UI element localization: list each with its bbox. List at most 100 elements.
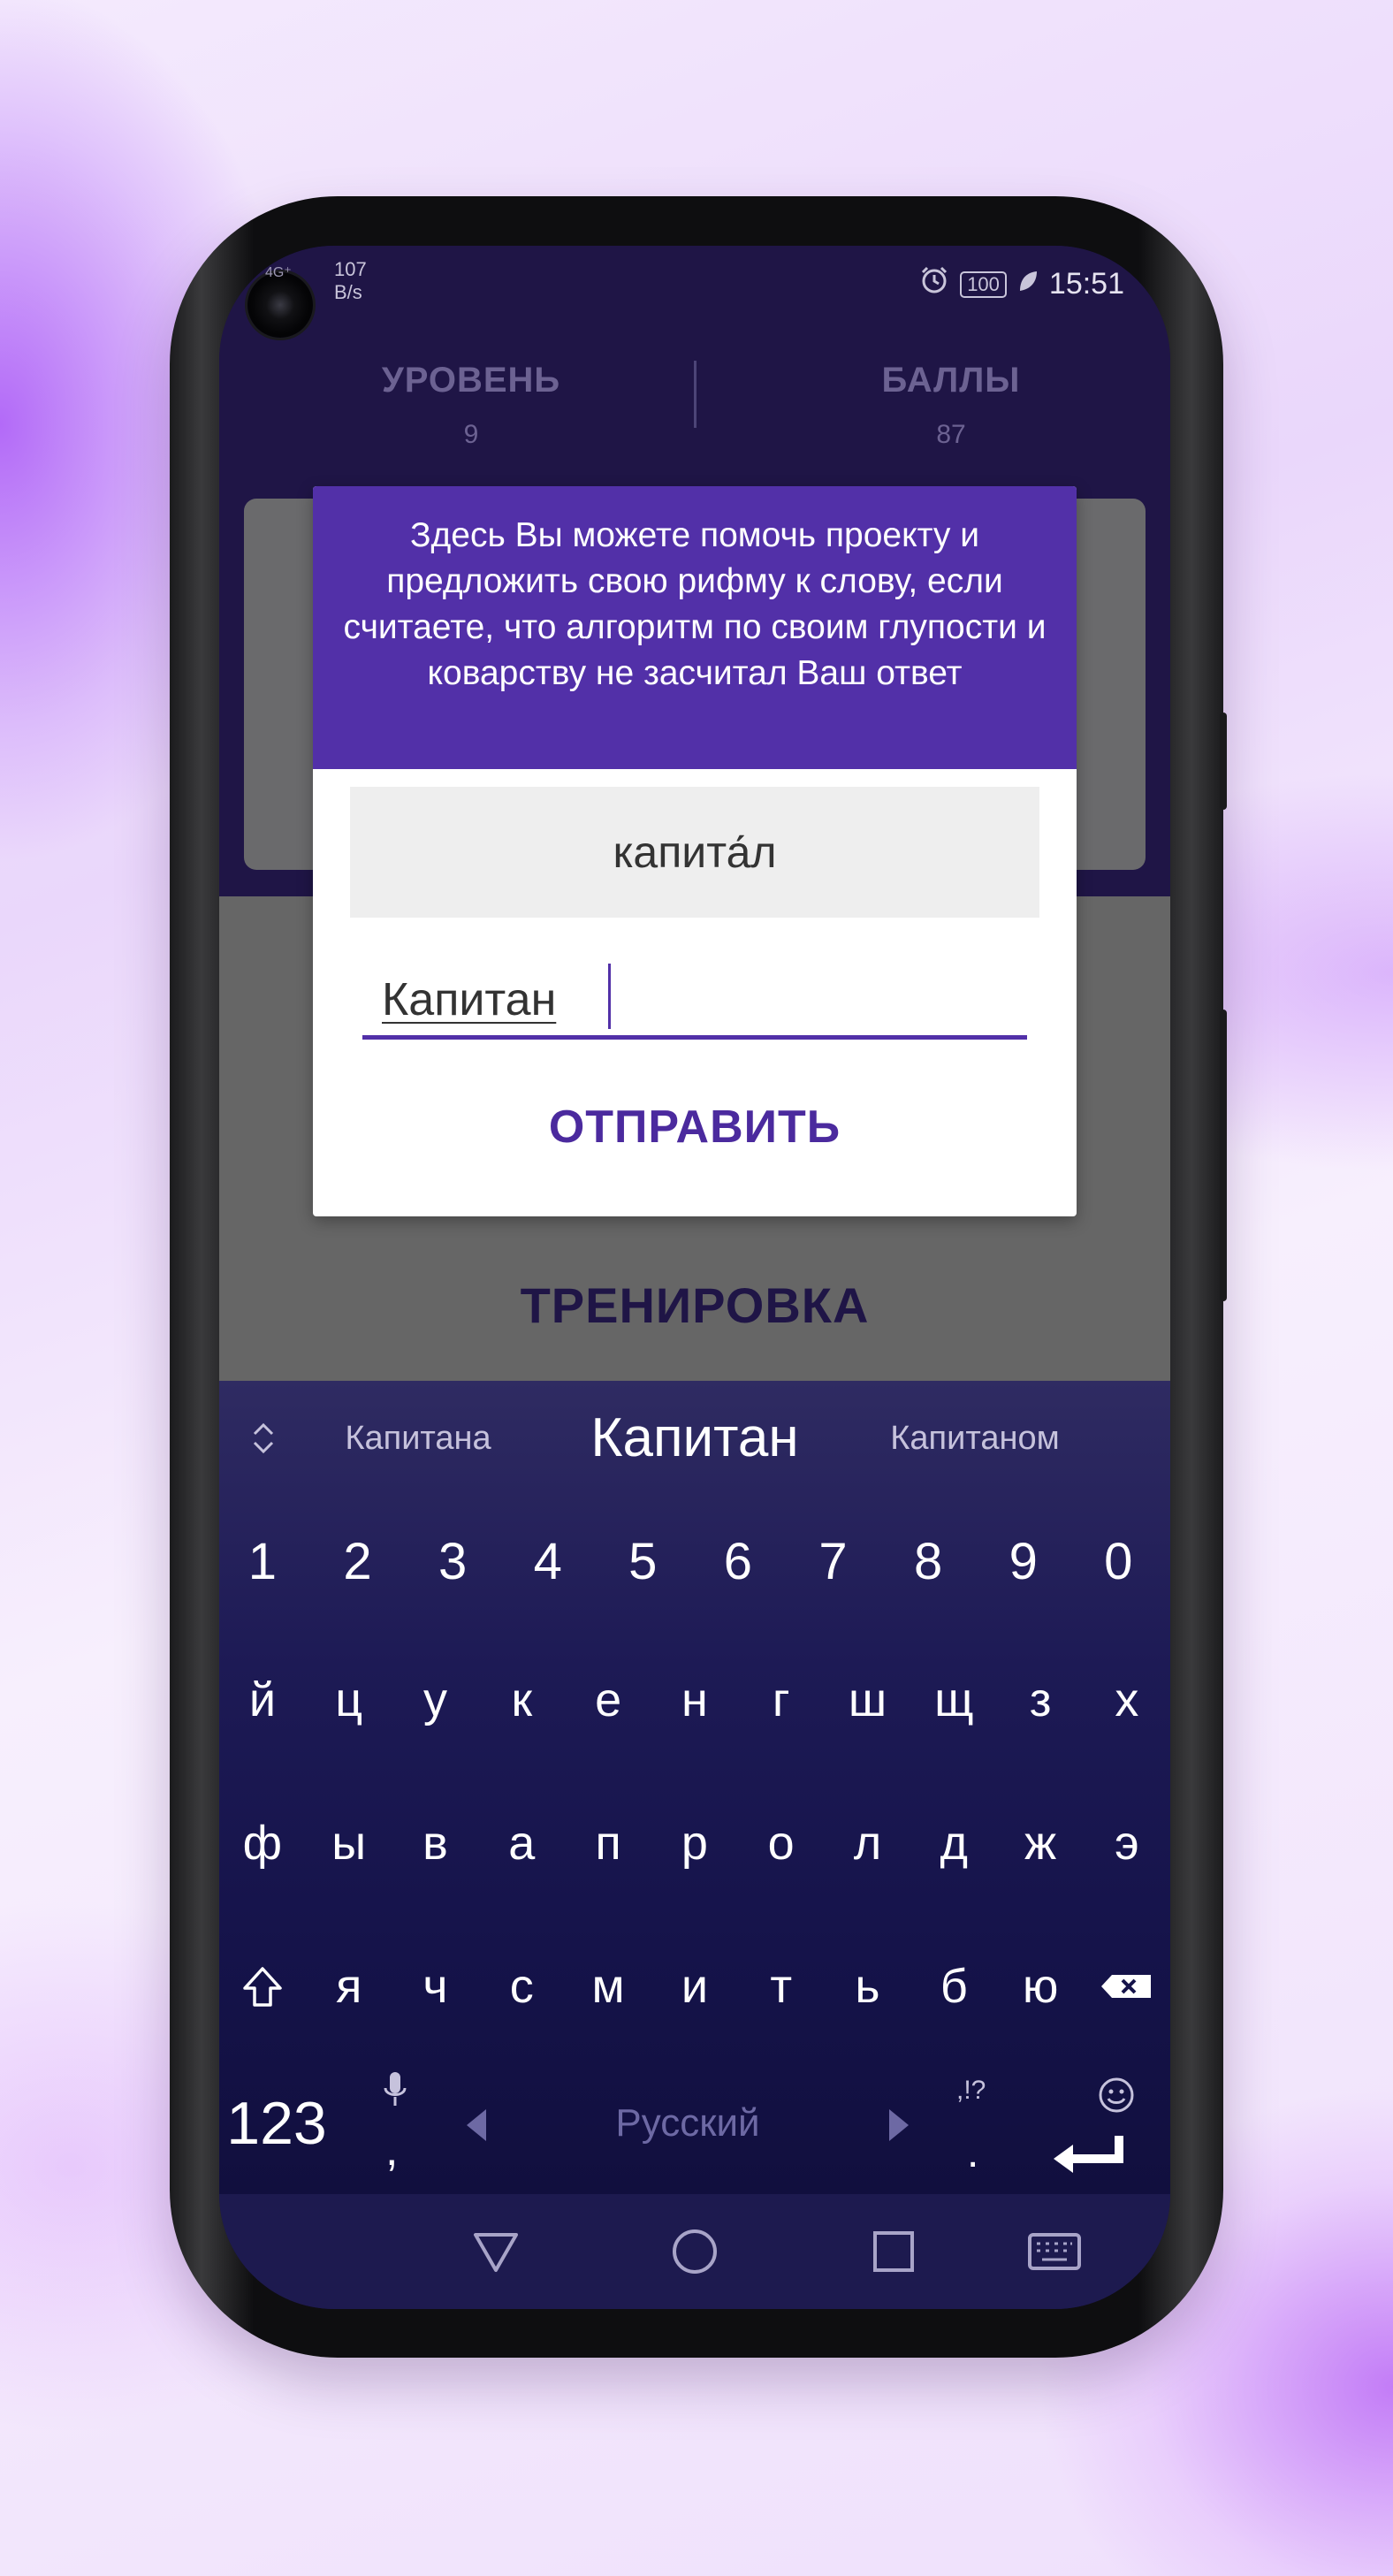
- phone-screen: 4G⁺ 107 B/s 100 15:51 УРОВЕНЬ 9 БАЛЛЫ 87…: [219, 246, 1170, 2309]
- level-value: 9: [463, 420, 479, 449]
- key-2[interactable]: 2: [315, 1496, 401, 1628]
- microphone-icon: [382, 2070, 408, 2115]
- key-letter[interactable]: ц: [306, 1634, 392, 1766]
- key-3[interactable]: 3: [409, 1496, 496, 1628]
- key-letter[interactable]: а: [478, 1777, 565, 1909]
- navigation-bar: [219, 2194, 1170, 2309]
- key-letter[interactable]: р: [651, 1777, 738, 1909]
- leaf-icon: [1017, 267, 1039, 301]
- key-letter[interactable]: в: [392, 1777, 479, 1909]
- key-7[interactable]: 7: [790, 1496, 877, 1628]
- key-letter[interactable]: и: [651, 1920, 738, 2053]
- period-alt-label: ,!?: [956, 2076, 986, 2105]
- key-9[interactable]: 9: [980, 1496, 1067, 1628]
- comma-key[interactable]: ,: [369, 2053, 422, 2194]
- key-letter[interactable]: б: [910, 1920, 997, 2053]
- suggestion-right[interactable]: Капитаном: [856, 1381, 1094, 1496]
- key-letter[interactable]: н: [651, 1634, 738, 1766]
- keyboard-hide-icon[interactable]: [1019, 2221, 1090, 2283]
- key-5[interactable]: 5: [599, 1496, 686, 1628]
- status-bar: 4G⁺ 107 B/s 100 15:51: [219, 246, 1170, 338]
- key-letter[interactable]: щ: [910, 1634, 997, 1766]
- front-camera: [247, 272, 313, 338]
- key-letter[interactable]: л: [825, 1777, 911, 1909]
- key-0[interactable]: 0: [1075, 1496, 1161, 1628]
- key-letter[interactable]: о: [738, 1777, 825, 1909]
- emoji-icon: [1097, 2076, 1136, 2119]
- key-letter[interactable]: т: [738, 1920, 825, 2053]
- letter-row-3: я ч с м и т ь б ю: [219, 1920, 1170, 2053]
- key-letter[interactable]: з: [997, 1634, 1084, 1766]
- level-stat: УРОВЕНЬ 9: [294, 361, 648, 450]
- key-8[interactable]: 8: [885, 1496, 971, 1628]
- stats-divider: [694, 361, 696, 428]
- enter-icon: [1050, 2132, 1130, 2181]
- key-4[interactable]: 4: [505, 1496, 591, 1628]
- key-6[interactable]: 6: [695, 1496, 781, 1628]
- training-button: ТРЕНИРОВКА: [520, 1277, 870, 1333]
- backspace-key[interactable]: [1084, 1920, 1170, 2053]
- comma-label: ,: [385, 2124, 399, 2176]
- text-cursor: [608, 964, 611, 1029]
- battery-indicator: 100: [960, 271, 1007, 298]
- suggest-rhyme-dialog: Здесь Вы можете помочь проекту и предлож…: [313, 486, 1077, 1216]
- key-letter[interactable]: ж: [997, 1777, 1084, 1909]
- alarm-icon: [919, 265, 949, 303]
- key-letter[interactable]: е: [565, 1634, 651, 1766]
- key-letter[interactable]: ю: [997, 1920, 1084, 2053]
- network-speed: 107 B/s: [334, 258, 367, 304]
- submit-button[interactable]: ОТПРАВИТЬ: [313, 1087, 1077, 1167]
- rhyme-input[interactable]: [362, 964, 1027, 1040]
- back-nav-icon[interactable]: [465, 2221, 527, 2283]
- period-label: .: [967, 2130, 979, 2176]
- network-type: 4G⁺: [265, 265, 292, 280]
- network-speed-unit: B/s: [334, 281, 362, 303]
- score-stat: БАЛЛЫ 87: [774, 361, 1128, 450]
- volume-button: [1220, 1010, 1227, 1301]
- key-letter[interactable]: м: [565, 1920, 651, 2053]
- key-letter[interactable]: э: [1084, 1777, 1170, 1909]
- key-letter[interactable]: г: [738, 1634, 825, 1766]
- symbols-key[interactable]: 123: [219, 2053, 334, 2194]
- key-letter[interactable]: х: [1084, 1634, 1170, 1766]
- score-value: 87: [936, 420, 966, 449]
- home-nav-icon[interactable]: [664, 2221, 726, 2283]
- letter-row-2: ф ы в а п р о л д ж э: [219, 1777, 1170, 1909]
- level-label: УРОВЕНЬ: [381, 361, 561, 400]
- recents-nav-icon[interactable]: [863, 2221, 925, 2283]
- enter-key[interactable]: [1015, 2053, 1170, 2194]
- key-letter[interactable]: ы: [306, 1777, 392, 1909]
- key-letter[interactable]: ч: [392, 1920, 479, 2053]
- suggestion-center[interactable]: Капитан: [546, 1381, 843, 1496]
- key-letter[interactable]: я: [306, 1920, 392, 2053]
- on-screen-keyboard: Капитана Капитан Капитаном 1 2 3 4 5 6 7…: [219, 1381, 1170, 2194]
- stats-bar: УРОВЕНЬ 9 БАЛЛЫ 87: [219, 361, 1170, 484]
- status-icons: 100 15:51: [919, 265, 1124, 303]
- cursor-left-icon: [467, 2109, 486, 2141]
- key-1[interactable]: 1: [219, 1496, 306, 1628]
- clock-time: 15:51: [1048, 267, 1124, 301]
- score-label: БАЛЛЫ: [881, 361, 1021, 400]
- suggestion-strip: Капитана Капитан Капитаном: [219, 1381, 1170, 1496]
- cursor-right-icon: [889, 2109, 909, 2141]
- key-letter[interactable]: с: [478, 1920, 565, 2053]
- space-key[interactable]: Русский: [449, 2053, 926, 2194]
- key-letter[interactable]: ш: [825, 1634, 911, 1766]
- shift-key[interactable]: [219, 1920, 306, 2053]
- expand-suggestions-icon[interactable]: [246, 1416, 281, 1460]
- key-letter[interactable]: й: [219, 1634, 306, 1766]
- key-letter[interactable]: д: [910, 1777, 997, 1909]
- period-key[interactable]: ,!? .: [944, 2053, 1006, 2194]
- keyboard-bottom-row: 123 , Русский ,!? .: [219, 2053, 1170, 2194]
- dialog-message: Здесь Вы можете помочь проекту и предлож…: [313, 486, 1077, 769]
- key-letter[interactable]: п: [565, 1777, 651, 1909]
- target-word: капита́л: [350, 787, 1039, 918]
- key-letter[interactable]: ф: [219, 1777, 306, 1909]
- number-row: 1 2 3 4 5 6 7 8 9 0: [219, 1496, 1170, 1628]
- space-language-label: Русский: [615, 2101, 760, 2145]
- suggestion-left[interactable]: Капитана: [308, 1381, 529, 1496]
- key-letter[interactable]: ь: [825, 1920, 911, 2053]
- key-letter[interactable]: у: [392, 1634, 479, 1766]
- letter-row-1: й ц у к е н г ш щ з х: [219, 1634, 1170, 1766]
- key-letter[interactable]: к: [478, 1634, 565, 1766]
